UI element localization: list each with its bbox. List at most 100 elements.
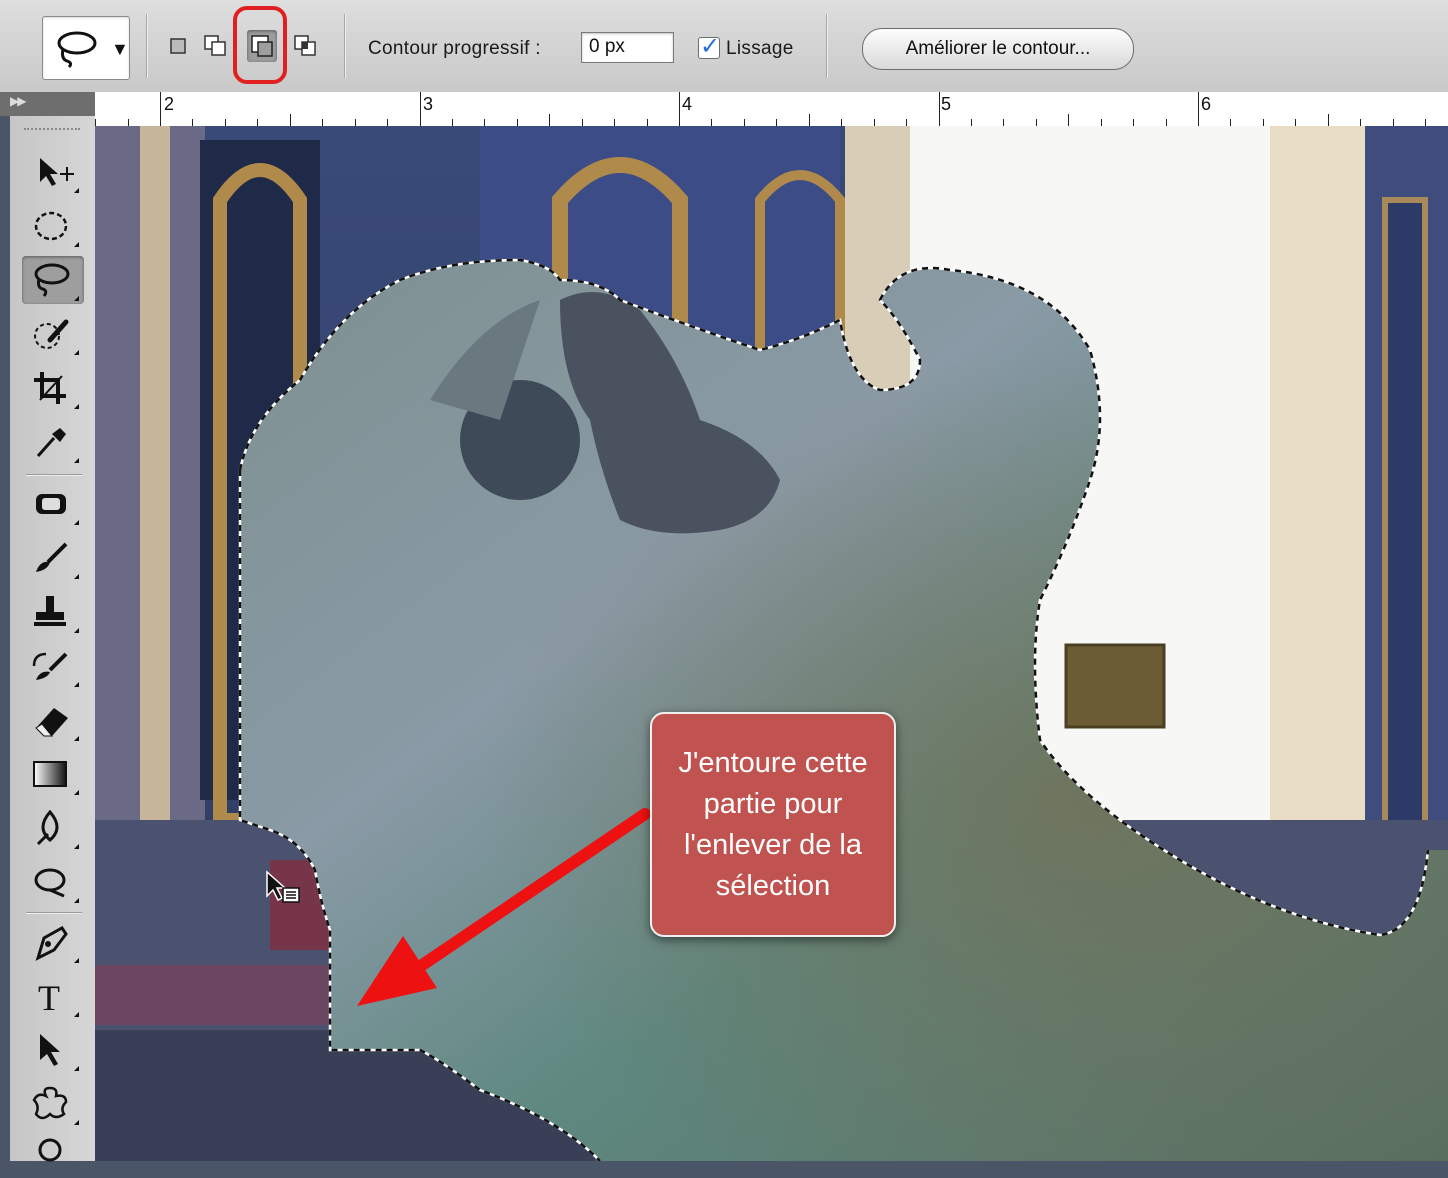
quick-selection-icon (34, 319, 69, 349)
ruler-tick (938, 92, 940, 126)
ruler-label: 3 (423, 94, 434, 114)
type-tool[interactable]: T (22, 972, 84, 1020)
ruler-tick (808, 114, 810, 126)
ruler-tick (906, 119, 908, 126)
ruler-tick (1068, 114, 1070, 126)
marquee-icon (34, 211, 68, 241)
ruler-tick (970, 119, 972, 126)
annotation-arrow-icon (357, 808, 651, 1006)
ruler-tick (516, 119, 518, 126)
lasso-tool[interactable] (22, 256, 84, 304)
ruler-tick (841, 119, 843, 126)
marquee-tool[interactable] (22, 202, 84, 250)
healing-brush-tool[interactable] (22, 480, 84, 528)
ruler-tick (873, 119, 875, 126)
move-tool[interactable] (22, 148, 84, 196)
divider (344, 14, 346, 78)
add-to-selection-button[interactable] (203, 32, 229, 58)
divider (146, 14, 148, 78)
clone-stamp-icon (34, 596, 66, 626)
blur-icon (36, 809, 59, 846)
shape-icon (32, 1086, 68, 1120)
panel-grip[interactable] (24, 128, 80, 133)
path-selection-tool[interactable] (22, 1026, 84, 1074)
blur-tool[interactable] (22, 804, 84, 852)
ruler-tick (549, 114, 551, 126)
ruler-tick (1035, 119, 1037, 126)
ruler-tick (1425, 119, 1427, 126)
checkmark-icon: ✓ (700, 33, 721, 60)
brush-icon (36, 542, 68, 572)
document-canvas[interactable] (95, 126, 1448, 1161)
tools-panel: T (10, 116, 96, 1162)
lasso-icon (34, 263, 70, 297)
ruler-tick (1165, 119, 1167, 126)
ruler-tick (776, 119, 778, 126)
history-brush-icon (32, 652, 68, 680)
ruler-tick (451, 119, 453, 126)
eyedropper-icon (36, 428, 66, 457)
lasso-subtract-cursor-icon (266, 870, 300, 903)
intersect-selection-icon (294, 35, 316, 56)
options-bar: ▼ Contour progressif : 0 px ✓ Lissage Am… (0, 0, 1448, 93)
ruler-tick (95, 119, 97, 126)
zoom-tool[interactable] (22, 1130, 84, 1178)
ruler-tick (1360, 119, 1362, 126)
ruler-tick (743, 119, 745, 126)
dodge-tool[interactable] (22, 858, 84, 906)
ruler-label: 5 (941, 94, 952, 114)
ruler-tick (614, 119, 616, 126)
move-icon (40, 158, 74, 186)
tool-preset-picker[interactable]: ▼ (42, 16, 130, 80)
divider (826, 14, 828, 78)
annotation-text: J'entoure cette partie pour l'enlever de… (678, 746, 868, 902)
photo-statue (95, 126, 1448, 1161)
shape-tool[interactable] (22, 1080, 84, 1128)
highlight-circle (233, 6, 287, 84)
ruler-label: 6 (1201, 94, 1212, 114)
clone-stamp-tool[interactable] (22, 588, 84, 636)
brush-tool[interactable] (22, 534, 84, 582)
ruler-tick (1262, 119, 1264, 126)
ruler-tick (1198, 92, 1199, 126)
ruler-tick (419, 92, 421, 126)
annotation-callout: J'entoure cette partie pour l'enlever de… (650, 712, 896, 937)
healing-brush-icon (36, 494, 66, 514)
feather-label: Contour progressif : (368, 38, 541, 59)
ruler-tick (679, 92, 680, 126)
ruler-tick (224, 119, 226, 126)
eyedropper-tool[interactable] (22, 418, 84, 466)
eraser-tool[interactable] (22, 696, 84, 744)
toolbar-header[interactable]: ▶▶ (0, 92, 95, 116)
path-selection-icon (40, 1034, 60, 1066)
refine-edge-button[interactable]: Améliorer le contour... (862, 28, 1134, 70)
eraser-icon (35, 708, 68, 737)
gradient-tool[interactable] (22, 750, 84, 798)
pen-tool[interactable] (22, 918, 84, 966)
ruler-tick (1133, 119, 1135, 126)
zoom-icon (38, 1138, 62, 1162)
crop-tool[interactable] (22, 364, 84, 412)
antialias-checkbox[interactable]: ✓ (698, 33, 720, 60)
feather-input[interactable]: 0 px (581, 32, 674, 63)
gradient-icon (33, 761, 67, 787)
ruler-tick (484, 119, 486, 126)
ruler-tick (192, 119, 194, 126)
pen-icon (35, 926, 68, 961)
ruler-tick (160, 92, 161, 126)
history-brush-tool[interactable] (22, 642, 84, 690)
ruler-label: 2 (164, 94, 175, 114)
ruler-label: 4 (682, 94, 693, 114)
ruler-tick (289, 114, 291, 126)
new-selection-button[interactable] (166, 32, 192, 58)
ruler-tick (581, 119, 583, 126)
ruler-tick (127, 119, 129, 126)
quick-selection-tool[interactable] (22, 310, 84, 358)
ruler-tick (711, 119, 713, 126)
type-icon: T (38, 978, 60, 1016)
add-to-selection-icon (204, 35, 226, 56)
ruler-tick (1327, 114, 1329, 126)
intersect-selection-button[interactable] (293, 32, 319, 58)
horizontal-ruler: 2 3 4 5 6 (95, 92, 1448, 127)
ruler-tick (1295, 119, 1297, 126)
